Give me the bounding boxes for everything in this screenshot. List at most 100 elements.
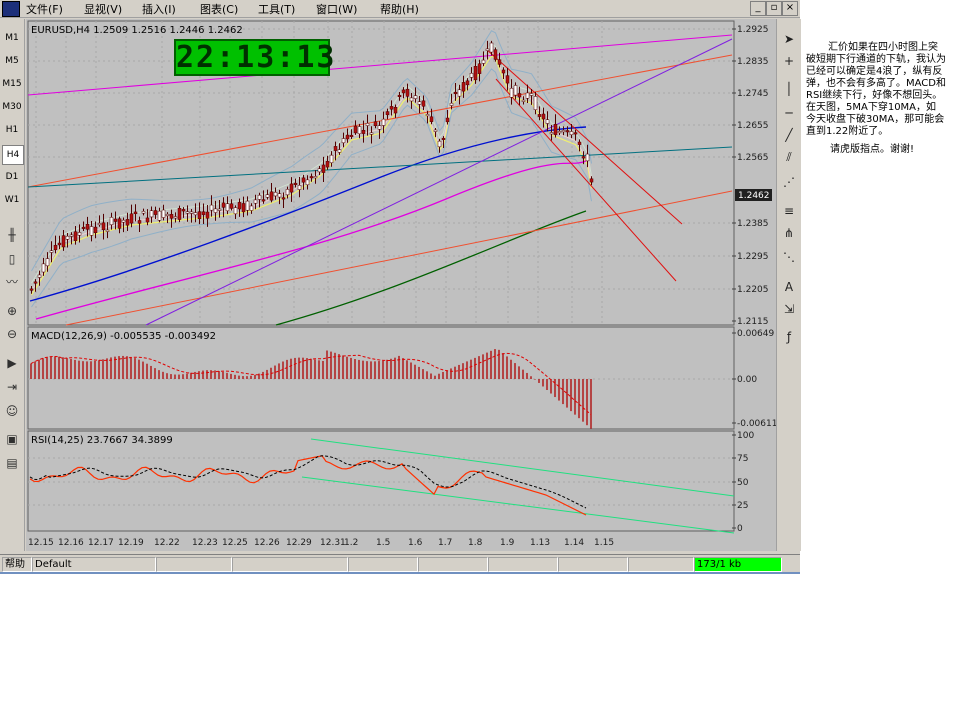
- candle-body: [241, 203, 246, 213]
- candle-body: [469, 73, 474, 78]
- candle-body: [125, 219, 130, 226]
- status-bar: 帮助 Default 173/1 kb: [0, 554, 800, 573]
- channel-icon[interactable]: ⫽: [781, 149, 797, 165]
- chart-window[interactable]: 1.2925 1.2835 1.2745 1.2655 1.2565 1.2385 1.22…: [26, 19, 777, 551]
- candle-body: [573, 132, 578, 135]
- menu-bar: 文件(F) 显视(V) 插入(I) 图表(C) 工具(T) 窗口(W) 帮助(H…: [0, 0, 800, 18]
- timeframe-h1[interactable]: H1: [2, 121, 22, 139]
- menu-file[interactable]: 文件(F): [26, 1, 63, 17]
- line-chart-icon[interactable]: 〰: [4, 274, 20, 290]
- fibonacci-icon[interactable]: ≡: [781, 203, 797, 219]
- candle-body: [569, 131, 574, 136]
- arrow-label-icon[interactable]: ⇲: [781, 301, 797, 317]
- status-help: 帮助: [2, 557, 32, 572]
- status-profile[interactable]: Default: [32, 557, 156, 572]
- timeframe-w1[interactable]: W1: [2, 191, 22, 209]
- menu-chart[interactable]: 图表(C): [200, 1, 238, 17]
- cursor-icon[interactable]: ➤: [781, 31, 797, 47]
- timeframe-m1[interactable]: M1: [2, 29, 22, 47]
- candle-body: [153, 210, 158, 215]
- minimize-button[interactable]: _: [750, 1, 766, 16]
- crosshair-icon[interactable]: +: [781, 53, 797, 69]
- candle-body: [405, 89, 410, 97]
- candle-body: [273, 192, 278, 197]
- trendline-icon[interactable]: ╱: [781, 127, 797, 143]
- candle-body: [537, 114, 542, 117]
- window-tile-icon[interactable]: ▤: [4, 455, 20, 471]
- menu-view[interactable]: 显视(V): [84, 1, 122, 17]
- candle-body: [217, 208, 222, 211]
- candle-body: [85, 224, 90, 230]
- candle-body: [121, 219, 126, 223]
- candle-body: [177, 208, 182, 220]
- expert-advisor-icon[interactable]: ☺: [4, 403, 20, 419]
- candle-body: [329, 154, 334, 164]
- candle-body: [269, 191, 274, 201]
- auto-scroll-icon[interactable]: ▶: [4, 355, 20, 371]
- horizontal-line-icon[interactable]: ─: [781, 105, 797, 121]
- date-tick-label: 12.16: [58, 538, 84, 548]
- zoom-in-icon[interactable]: ⊕: [4, 303, 20, 319]
- clock-display: 22:13:13: [174, 39, 337, 76]
- timeframe-m5[interactable]: M5: [2, 52, 22, 70]
- date-tick-label: 1.9: [500, 538, 515, 548]
- window-icon[interactable]: ▣: [4, 431, 20, 447]
- text-icon[interactable]: A: [781, 279, 797, 295]
- candle-body: [309, 176, 314, 179]
- menu-tools[interactable]: 工具(T): [258, 1, 295, 17]
- candle-body: [229, 203, 234, 209]
- candle-body: [65, 235, 70, 240]
- timeframe-d1[interactable]: D1: [2, 168, 22, 186]
- candle-body: [105, 229, 110, 232]
- candle-body: [61, 235, 66, 248]
- candle-body: [577, 141, 582, 145]
- candle-body: [233, 207, 238, 215]
- restore-button[interactable]: ▫: [766, 1, 782, 16]
- status-cell-4: [348, 557, 418, 572]
- pitchfork-icon[interactable]: ⋔: [781, 225, 797, 241]
- date-tick-label: 12.26: [254, 538, 280, 548]
- candlestick-icon[interactable]: ▯: [4, 251, 20, 267]
- date-tick-label: 12.19: [118, 538, 144, 548]
- chart-canvas[interactable]: 1.29251.28351.27451.26551.25651.23851.22…: [26, 19, 777, 551]
- bar-chart-icon[interactable]: ╫: [4, 227, 20, 243]
- menu-insert[interactable]: 插入(I): [142, 1, 176, 17]
- menu-help[interactable]: 帮助(H): [380, 1, 419, 17]
- candle-body: [33, 281, 38, 284]
- price-tick-label: 1.2385: [737, 219, 769, 229]
- candle-body: [145, 217, 150, 223]
- candle-body: [533, 96, 538, 110]
- candle-body: [553, 123, 558, 135]
- candle-body: [353, 125, 358, 134]
- status-cell-3: [232, 557, 348, 572]
- candle-body: [565, 130, 570, 133]
- candle-body: [513, 85, 518, 96]
- candle-body: [361, 130, 366, 134]
- timeframe-m30[interactable]: M30: [2, 98, 22, 116]
- date-tick-label: 12.23: [192, 538, 218, 548]
- function-icon[interactable]: ƒ: [781, 329, 797, 345]
- app-icon[interactable]: [2, 1, 20, 17]
- candle-body: [325, 161, 330, 168]
- candle-body: [377, 125, 382, 130]
- candle-body: [265, 194, 270, 198]
- connection-status: 173/1 kb: [694, 557, 782, 572]
- candle-body: [365, 123, 370, 126]
- menu-window[interactable]: 窗口(W): [316, 1, 357, 17]
- timeframe-m15[interactable]: M15: [2, 75, 22, 93]
- vertical-line-icon[interactable]: │: [781, 81, 797, 97]
- gann-fan-icon[interactable]: ⋰: [781, 174, 797, 190]
- fibo-fan-icon[interactable]: ⋱: [781, 249, 797, 265]
- candle-body: [317, 168, 322, 173]
- candle-body: [429, 116, 434, 122]
- candle-body: [141, 211, 146, 214]
- candle-body: [585, 153, 590, 162]
- candle-body: [69, 234, 74, 237]
- date-tick-label: 1.15: [594, 538, 614, 548]
- zoom-out-icon[interactable]: ⊖: [4, 326, 20, 342]
- close-button[interactable]: ×: [782, 1, 798, 16]
- chart-shift-icon[interactable]: ⇥: [4, 379, 20, 395]
- right-toolbar: ➤ + │ ─ ╱ ⫽ ⋰ ≡ ⋔ ⋱ A ⇲ ƒ: [776, 19, 801, 551]
- timeframe-h4[interactable]: H4: [2, 145, 24, 165]
- candle-body: [181, 209, 186, 212]
